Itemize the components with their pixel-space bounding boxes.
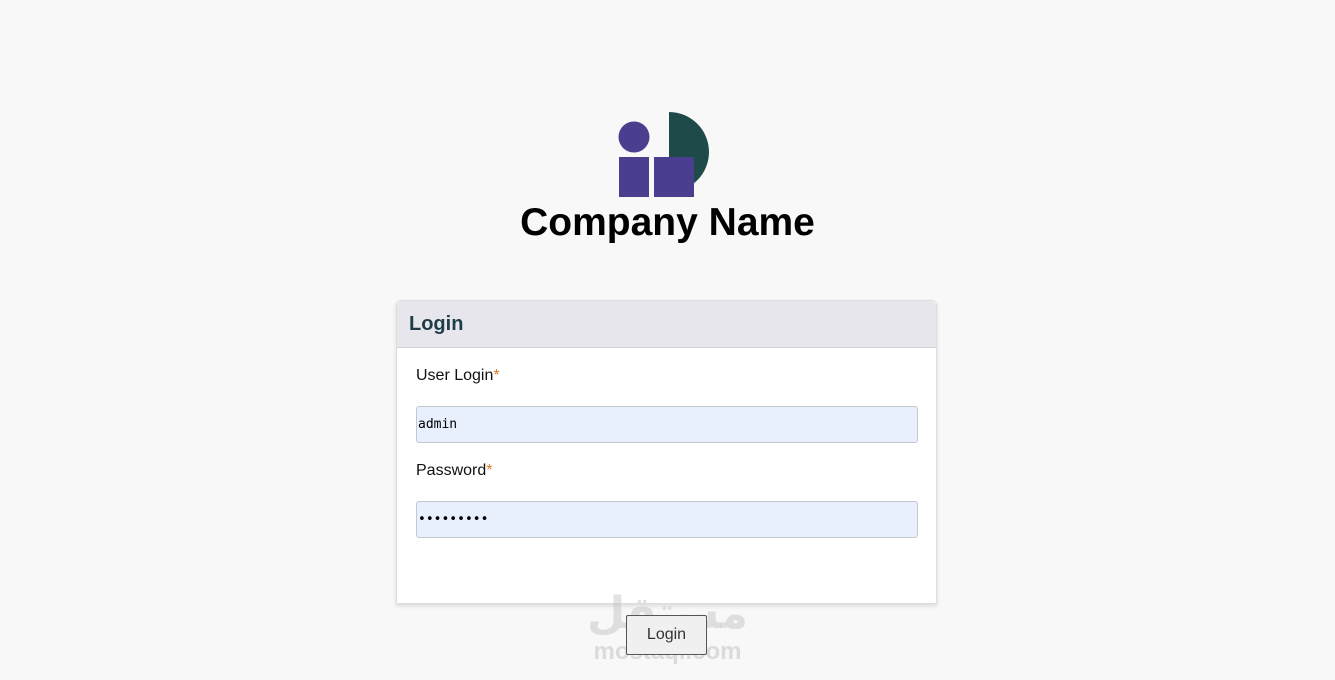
login-card: Login User Login* Password* <box>396 300 937 604</box>
required-mark: * <box>486 462 493 479</box>
login-page: Company Name Login User Login* Password*… <box>0 0 1335 680</box>
required-mark: * <box>493 367 500 384</box>
user-login-input[interactable] <box>416 406 918 443</box>
company-logo-icon <box>618 112 709 197</box>
password-input[interactable] <box>416 501 918 538</box>
login-form: User Login* Password* <box>397 348 936 556</box>
user-login-field-group: User Login* <box>416 366 918 443</box>
password-label: Password* <box>416 462 493 479</box>
login-card-header: Login <box>397 301 936 348</box>
login-card-title: Login <box>409 313 464 335</box>
login-button[interactable]: Login <box>626 615 707 655</box>
password-field-group: Password* <box>416 461 918 538</box>
user-login-label: User Login* <box>416 367 500 384</box>
company-name: Company Name <box>520 201 815 244</box>
